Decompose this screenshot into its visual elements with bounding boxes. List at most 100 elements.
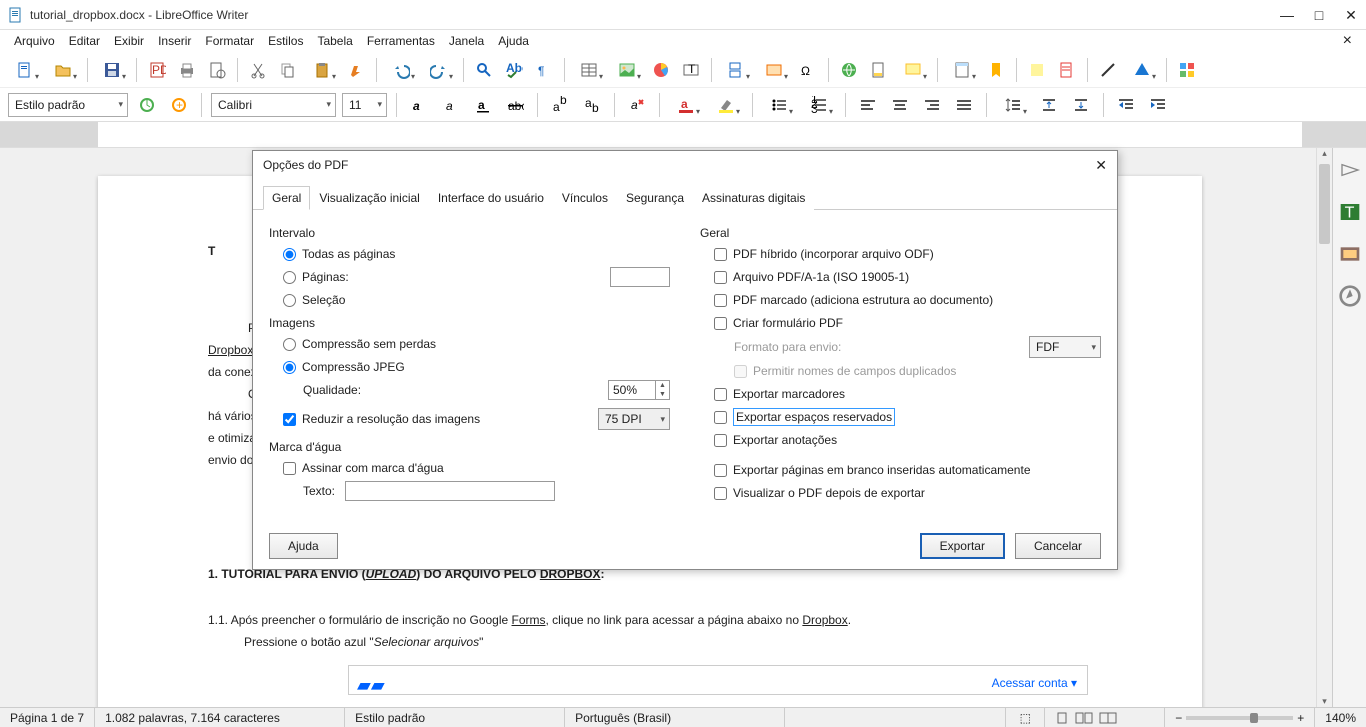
properties-icon[interactable]: [1338, 158, 1362, 182]
menu-formatar[interactable]: Formatar: [199, 32, 260, 50]
status-zoom[interactable]: 140%: [1315, 708, 1366, 727]
close-document-button[interactable]: ×: [1337, 32, 1358, 50]
tab-seguranca[interactable]: Segurança: [617, 186, 693, 210]
select-dpi[interactable]: 75 DPI: [598, 408, 670, 430]
paragraph-style-combo[interactable]: Estilo padrão: [8, 93, 128, 117]
menu-ajuda[interactable]: Ajuda: [492, 32, 535, 50]
special-char-button[interactable]: Ω: [795, 57, 821, 83]
undo-button[interactable]: [384, 57, 418, 83]
check-marcadores[interactable]: [714, 388, 727, 401]
status-lang[interactable]: Português (Brasil): [565, 708, 785, 727]
status-page[interactable]: Página 1 de 7: [0, 708, 95, 727]
draw-functions-button[interactable]: [1174, 57, 1200, 83]
styles-icon[interactable]: T: [1338, 200, 1362, 224]
tab-vinculos[interactable]: Vínculos: [553, 186, 617, 210]
decrease-indent-button[interactable]: [1145, 92, 1171, 118]
bookmark-button[interactable]: [983, 57, 1009, 83]
check-reduzir[interactable]: [283, 413, 296, 426]
print-button[interactable]: [174, 57, 200, 83]
align-left-button[interactable]: [855, 92, 881, 118]
menu-inserir[interactable]: Inserir: [152, 32, 197, 50]
print-preview-button[interactable]: [204, 57, 230, 83]
menu-exibir[interactable]: Exibir: [108, 32, 150, 50]
hyperlink-button[interactable]: [836, 57, 862, 83]
dialog-close-button[interactable]: ✕: [1095, 157, 1107, 174]
number-list-button[interactable]: 123: [802, 92, 836, 118]
new-button[interactable]: [8, 57, 42, 83]
chart-button[interactable]: [648, 57, 674, 83]
help-button[interactable]: Ajuda: [269, 533, 338, 559]
comment-button[interactable]: [896, 57, 930, 83]
spin-qualidade[interactable]: ▲▼: [608, 380, 670, 400]
minimize-button[interactable]: —: [1280, 8, 1294, 22]
textbox-button[interactable]: T: [678, 57, 704, 83]
tab-assinaturas[interactable]: Assinaturas digitais: [693, 186, 814, 210]
font-color-button[interactable]: a: [669, 92, 703, 118]
note-button[interactable]: [1024, 57, 1050, 83]
check-visualizar[interactable]: [714, 487, 727, 500]
radio-todas[interactable]: [283, 248, 296, 261]
new-style-button[interactable]: +: [166, 92, 192, 118]
radio-paginas[interactable]: [283, 271, 296, 284]
input-paginas[interactable]: [610, 267, 670, 287]
cut-button[interactable]: [245, 57, 271, 83]
check-formulario[interactable]: [714, 317, 727, 330]
ruler[interactable]: [0, 122, 1366, 148]
check-anot[interactable]: [714, 434, 727, 447]
menu-estilos[interactable]: Estilos: [262, 32, 309, 50]
paste-button[interactable]: [305, 57, 339, 83]
increase-indent-button[interactable]: [1113, 92, 1139, 118]
strikethrough-button[interactable]: abc: [502, 92, 528, 118]
check-hibrido[interactable]: [714, 248, 727, 261]
basic-shapes-button[interactable]: [1125, 57, 1159, 83]
page-break-button[interactable]: [719, 57, 753, 83]
menu-editar[interactable]: Editar: [63, 32, 106, 50]
clone-formatting-button[interactable]: [343, 57, 369, 83]
menu-arquivo[interactable]: Arquivo: [8, 32, 61, 50]
formatting-marks-button[interactable]: ¶: [531, 57, 557, 83]
gallery-icon[interactable]: [1338, 242, 1362, 266]
tab-visualizacao[interactable]: Visualização inicial: [310, 186, 429, 210]
line-button[interactable]: [1095, 57, 1121, 83]
decrease-spacing-button[interactable]: [1068, 92, 1094, 118]
increase-spacing-button[interactable]: [1036, 92, 1062, 118]
underline-button[interactable]: a: [470, 92, 496, 118]
multi-page-icon[interactable]: [1075, 711, 1093, 725]
export-pdf-button[interactable]: PDF: [144, 57, 170, 83]
footnote-button[interactable]: [866, 57, 892, 83]
font-name-combo[interactable]: Calibri: [211, 93, 336, 117]
find-replace-button[interactable]: [471, 57, 497, 83]
close-button[interactable]: ✕: [1344, 8, 1358, 22]
book-view-icon[interactable]: [1099, 711, 1117, 725]
input-marca-texto[interactable]: [345, 481, 555, 501]
spellcheck-button[interactable]: Abc: [501, 57, 527, 83]
subscript-button[interactable]: ab: [579, 92, 605, 118]
single-page-icon[interactable]: [1055, 711, 1069, 725]
maximize-button[interactable]: □: [1312, 8, 1326, 22]
check-espacos[interactable]: [714, 411, 727, 424]
update-style-button[interactable]: [134, 92, 160, 118]
status-style[interactable]: Estilo padrão: [345, 708, 565, 727]
check-pdfa[interactable]: [714, 271, 727, 284]
table-button[interactable]: [572, 57, 606, 83]
check-branco[interactable]: [714, 464, 727, 477]
italic-button[interactable]: a: [438, 92, 464, 118]
align-justify-button[interactable]: [951, 92, 977, 118]
clear-formatting-button[interactable]: a: [624, 92, 650, 118]
align-right-button[interactable]: [919, 92, 945, 118]
redo-button[interactable]: [422, 57, 456, 83]
font-size-combo[interactable]: 11: [342, 93, 387, 117]
navigator-icon[interactable]: [1338, 284, 1362, 308]
copy-button[interactable]: [275, 57, 301, 83]
image-button[interactable]: [610, 57, 644, 83]
vertical-scrollbar[interactable]: [1316, 148, 1332, 707]
status-view-buttons[interactable]: [1045, 708, 1165, 727]
check-assinar[interactable]: [283, 462, 296, 475]
align-center-button[interactable]: [887, 92, 913, 118]
check-marcado[interactable]: [714, 294, 727, 307]
highlight-button[interactable]: [709, 92, 743, 118]
bold-button[interactable]: a: [406, 92, 432, 118]
radio-selecao[interactable]: [283, 294, 296, 307]
tab-interface[interactable]: Interface do usuário: [429, 186, 553, 210]
input-qualidade[interactable]: [608, 380, 656, 400]
